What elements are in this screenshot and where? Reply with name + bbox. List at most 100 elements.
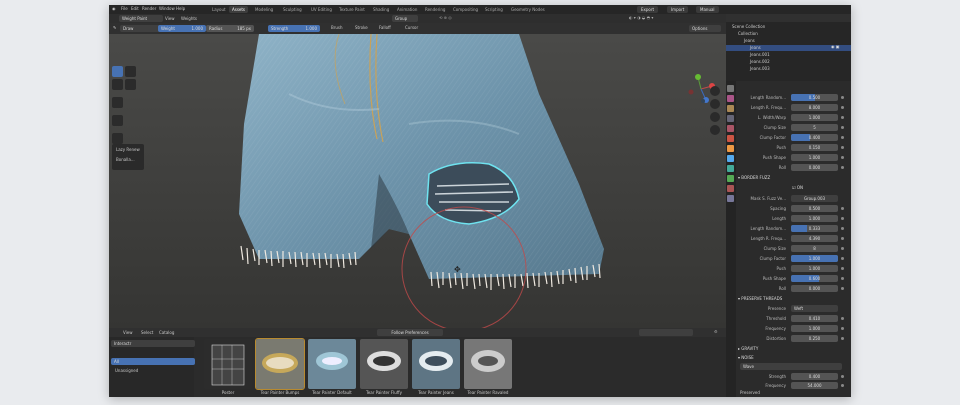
prop-value-field[interactable]: 0.600 [791,275,838,282]
modifier-tab-icon[interactable] [727,155,734,162]
noise-type-dropdown[interactable]: Wave [740,363,842,370]
overlay-icons[interactable]: ◐ ▾ ◑ ◒ ◓ ▾ [629,16,653,20]
menu-render[interactable]: Render [142,7,156,11]
camera-view-icon[interactable] [710,112,720,122]
prop-value-field[interactable]: 4.390 [791,235,838,242]
group-dropdown[interactable]: Group [392,15,418,22]
settings-icon[interactable]: ⚙ [714,330,718,334]
prop-value-field[interactable]: 0.150 [791,144,838,151]
sample-tool-icon[interactable] [112,97,123,108]
export-button[interactable]: Export [637,6,659,13]
preserve-threads-section[interactable]: ▾ PRESERVE THREADS [738,294,848,303]
asset-select-menu[interactable]: Select [141,331,153,335]
asset-view-menu[interactable]: View [123,331,133,335]
asset-thumb-poster[interactable] [204,339,252,389]
tab-rendering[interactable]: Rendering [422,6,448,13]
prop-value-field[interactable]: 1.000 [791,114,838,121]
outliner-jeans-001[interactable]: Jeans.001 [750,52,770,58]
outliner-collection[interactable]: Collection [738,31,758,37]
prop-value-field[interactable]: 0.333 [791,225,838,232]
radius-field[interactable]: Radius 185 px [206,25,254,32]
world-tab-icon[interactable] [727,135,734,142]
output-tab-icon[interactable] [727,105,734,112]
noise-section[interactable]: ▾ NOISE [738,353,848,362]
scene-tab-icon[interactable] [727,125,734,132]
draw-tool-icon[interactable] [112,66,123,77]
tab-assets[interactable]: Assets [229,6,249,13]
prop-value-field[interactable]: 0.410 [791,315,838,322]
render-tab-icon[interactable] [727,95,734,102]
zoom-icon[interactable] [710,86,720,96]
blender-logo-icon[interactable]: ◉ [112,7,116,11]
mode-dropdown[interactable]: Weight Paint [119,15,163,22]
brush-icon[interactable]: ✎ [113,26,116,30]
prop-value-field[interactable]: 0.500 [791,205,838,212]
asset-thumb-bumps[interactable] [255,338,305,390]
catalog-unassigned[interactable]: Unassigned [115,369,138,373]
prop-value-field[interactable]: 1.000 [791,215,838,222]
asset-thumb-jeans[interactable] [412,339,460,389]
texture-tab-icon[interactable] [727,195,734,202]
cursor-menu[interactable]: Cursor [405,26,418,30]
visibility-eye-icon[interactable]: ◉ ▣ [831,45,840,49]
tab-geometry-nodes[interactable]: Geometry Nodes [508,6,548,13]
prop-value-field[interactable]: 0.250 [791,335,838,342]
tab-compositing[interactable]: Compositing [450,6,481,13]
strength-field[interactable]: Strength 1.000 [268,25,320,32]
fuzz-on-checkbox[interactable]: ☑ ON [792,186,803,190]
prop-value-field[interactable]: 8.000 [791,104,838,111]
prop-value-field[interactable]: 0.000 [791,285,838,292]
catalog-all[interactable]: All [111,358,195,365]
outliner-jeans-002[interactable]: Jeans.002 [750,59,770,65]
menu-window[interactable]: Window [159,7,175,11]
prop-value-field[interactable]: 0.000 [791,164,838,171]
prop-value-field[interactable]: 5 [791,124,838,131]
view-layer-tab-icon[interactable] [727,115,734,122]
asset-thumb-raveled[interactable] [464,339,512,389]
prop-value-field[interactable]: 0.500 [791,94,838,101]
falloff-menu[interactable]: Falloff [379,26,391,30]
lazy-panel-item[interactable]: Bonalla... [116,158,135,162]
library-dropdown[interactable]: Follow Preferences [377,329,443,336]
tab-animation[interactable]: Animation [394,6,420,13]
tab-scripting[interactable]: Scripting [482,6,506,13]
prop-value-field[interactable]: 54.000 [791,382,838,389]
view-menu[interactable]: View [165,17,175,21]
stroke-menu[interactable]: Stroke [355,26,368,30]
asset-catalog-menu[interactable]: Catalog [159,331,174,335]
presence-dropdown[interactable]: Weft [791,305,838,312]
tab-modeling[interactable]: Modeling [252,6,276,13]
brush-menu[interactable]: Brush [331,26,343,30]
pan-hand-icon[interactable] [710,99,720,109]
prop-value-field[interactable]: 0.400 [791,373,838,380]
prop-value-field[interactable]: 8 [791,245,838,252]
menu-help[interactable]: Help [176,7,185,11]
weights-menu[interactable]: Weights [181,17,197,21]
tool-tab-icon[interactable] [727,85,734,92]
import-button[interactable]: Import [667,6,689,13]
asset-thumb-default[interactable] [308,339,356,389]
gravity-section[interactable]: ▸ GRAVITY [738,344,848,353]
prop-value-field[interactable]: 1.000 [791,325,838,332]
prop-value-field[interactable]: 0.400 [791,134,838,141]
options-dropdown[interactable]: Options [689,25,721,32]
asset-thumb-fluffy[interactable] [360,339,408,389]
data-tab-icon[interactable] [727,175,734,182]
gradient-tool-icon[interactable] [112,115,123,126]
outliner-jeans-003[interactable]: Jeans.003 [750,66,770,72]
outliner-scene-collection[interactable]: Scene Collection [732,24,765,30]
object-tab-icon[interactable] [727,145,734,152]
tab-shading[interactable]: Shading [370,6,392,13]
prop-value-field[interactable]: 1.000 [791,255,838,262]
annotate-tool-icon[interactable] [112,133,123,144]
border-fuzz-section[interactable]: ▾ BORDER FUZZ [738,173,848,182]
menu-edit[interactable]: Edit [131,7,139,11]
3d-viewport[interactable]: ✥ Lazy Renew Bonalla... [109,34,726,328]
average-tool-icon[interactable] [112,79,123,90]
blur-tool-icon[interactable] [125,66,136,77]
particles-tab-icon[interactable] [727,165,734,172]
tab-sculpting[interactable]: Sculpting [280,6,305,13]
tab-layout[interactable]: Layout [209,6,229,13]
tab-texture-paint[interactable]: Texture Paint [336,6,368,13]
brush-selector[interactable]: Draw [120,25,160,32]
